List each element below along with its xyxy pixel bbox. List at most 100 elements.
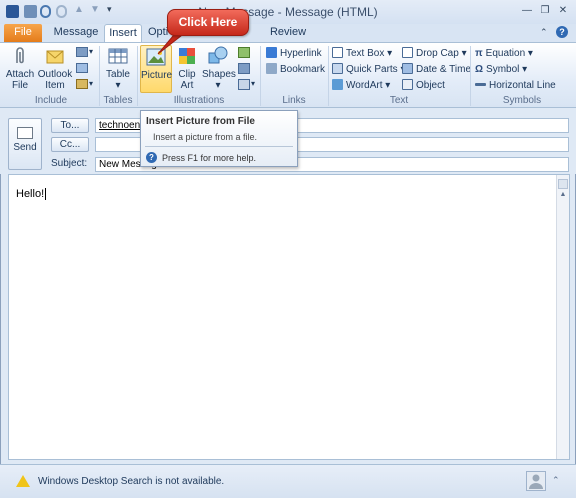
text-box-icon [332,47,343,58]
restore-icon[interactable]: ❐ [538,4,552,18]
wordart-label: WordArt [346,80,383,91]
group-label-links: Links [282,95,306,106]
table-button[interactable]: Table ▾ [102,45,134,93]
horizontal-line-button[interactable]: Horizontal Line [475,78,556,93]
body-text: Hello!​ [16,188,47,200]
paperclip-icon [9,45,31,67]
business-card-dropdown-icon[interactable]: ▾ [89,47,93,56]
scroll-up-icon[interactable]: ▲ [558,191,568,198]
body-text-content: Hello! [16,188,45,200]
minimize-icon[interactable]: — [520,4,534,18]
equation-label: Equation [485,48,526,59]
smartart-icon[interactable] [238,47,250,58]
tooltip-help-icon: ? [146,152,157,163]
signature-icon[interactable] [76,79,88,89]
group-separator [137,46,138,106]
cc-button[interactable]: Cc... [51,137,89,152]
message-body-editor[interactable]: Hello!​ ▲ [8,174,570,460]
signature-dropdown-icon[interactable]: ▾ [89,79,93,88]
tooltip-title: Insert Picture from File [146,116,255,127]
group-separator [260,46,261,106]
bookmark-button[interactable]: Bookmark [266,62,325,77]
bookmark-icon [266,63,277,74]
title-bar: ▲ ▼ ▾ New Message - Message (HTML) — ❐ ✕ [0,0,576,24]
omega-icon: Ω [475,64,484,75]
group-label-text: Text [389,95,409,106]
vertical-scrollbar[interactable]: ▲ [556,175,569,459]
shapes-button[interactable]: Shapes ▾ [202,45,236,93]
equation-button[interactable]: π Equation ▾ [475,46,533,61]
help-icon[interactable]: ? [556,26,568,38]
screenshot-icon[interactable] [238,79,250,90]
horizontal-line-label: Horizontal Line [489,80,556,91]
hyperlink-label: Hyperlink [280,48,322,59]
text-cursor: ​ [45,188,47,200]
chart-icon[interactable] [238,63,250,74]
pi-icon: π [475,48,483,59]
group-separator [99,46,100,106]
tab-review[interactable]: Review [268,24,308,42]
ribbon-tabs: File Message Insert Options Review ⌃ ? [0,24,576,42]
date-time-label: Date & Time [416,64,472,75]
drop-cap-button[interactable]: Drop Cap ▾ [402,46,467,61]
warning-icon [16,475,30,487]
quick-parts-button[interactable]: Quick Parts ▾ [332,62,406,77]
group-separator [470,46,471,106]
ruler-toggle-icon[interactable] [558,179,568,189]
send-button[interactable]: Send [8,118,42,170]
text-box-button[interactable]: Text Box ▾ [332,46,392,61]
attach-file-button[interactable]: Attach File [4,45,36,93]
clip-art-label-1: Clip [178,69,196,80]
group-label-tables: Tables [103,95,133,106]
hyperlink-icon [266,47,277,58]
attach-label-1: Attach [5,69,35,80]
minimize-ribbon-icon[interactable]: ⌃ [540,27,550,37]
table-icon [107,45,129,67]
picture-tooltip: Insert Picture from File Insert a pictur… [140,110,298,167]
people-pane-toggle-icon[interactable]: ⌃ [552,475,560,486]
text-box-label: Text Box [346,48,385,59]
date-time-button[interactable]: Date & Time [402,62,471,77]
shapes-dropdown-icon: ▾ [215,80,221,91]
bookmark-label: Bookmark [280,64,326,75]
status-bar: Windows Desktop Search is not available.… [0,464,576,498]
drop-cap-icon [402,47,413,58]
screenshot-dropdown-icon[interactable]: ▾ [251,79,255,88]
window-title: New Message - Message (HTML) [198,5,378,19]
symbol-button[interactable]: Ω Symbol ▾ [475,62,527,77]
wordart-icon [332,79,343,90]
drop-cap-label: Drop Cap [416,48,459,59]
status-message: Windows Desktop Search is not available. [38,476,225,487]
group-label-illustrations: Illustrations [173,95,225,106]
object-icon [402,79,413,90]
date-time-icon [402,63,413,74]
wordart-button[interactable]: WordArt ▾ [332,78,390,93]
object-button[interactable]: Object [402,78,445,93]
envelope-icon [44,45,66,67]
group-separator [328,46,329,106]
tab-insert[interactable]: Insert [104,24,142,42]
tab-file[interactable]: File [4,24,42,42]
outlook-item-label-1: Outlook [37,69,73,80]
object-label: Object [416,80,445,91]
subject-label: Subject: [51,158,88,169]
people-pane-avatar[interactable] [526,471,546,491]
picture-label: Picture [141,70,173,81]
send-label: Send [13,142,37,153]
table-dropdown-icon: ▾ [115,80,121,91]
tab-message[interactable]: Message [52,24,100,42]
hyperlink-button[interactable]: Hyperlink [266,46,322,61]
outlook-item-label-2: Item [45,80,65,91]
ribbon-insert: Attach File Outlook Item ▾ ▾ Include Tab… [0,42,576,108]
calendar-icon[interactable] [76,63,88,73]
close-icon[interactable]: ✕ [556,4,570,18]
clip-art-label-2: Art [180,80,194,91]
outlook-item-button[interactable]: Outlook Item [37,45,73,93]
to-button[interactable]: To... [51,118,89,133]
attach-label-2: File [11,80,29,91]
group-label-symbols: Symbols [502,95,542,106]
shapes-icon [207,45,229,67]
click-here-callout: Click Here [167,9,249,36]
business-card-icon[interactable] [76,47,88,57]
table-label: Table [106,69,130,80]
